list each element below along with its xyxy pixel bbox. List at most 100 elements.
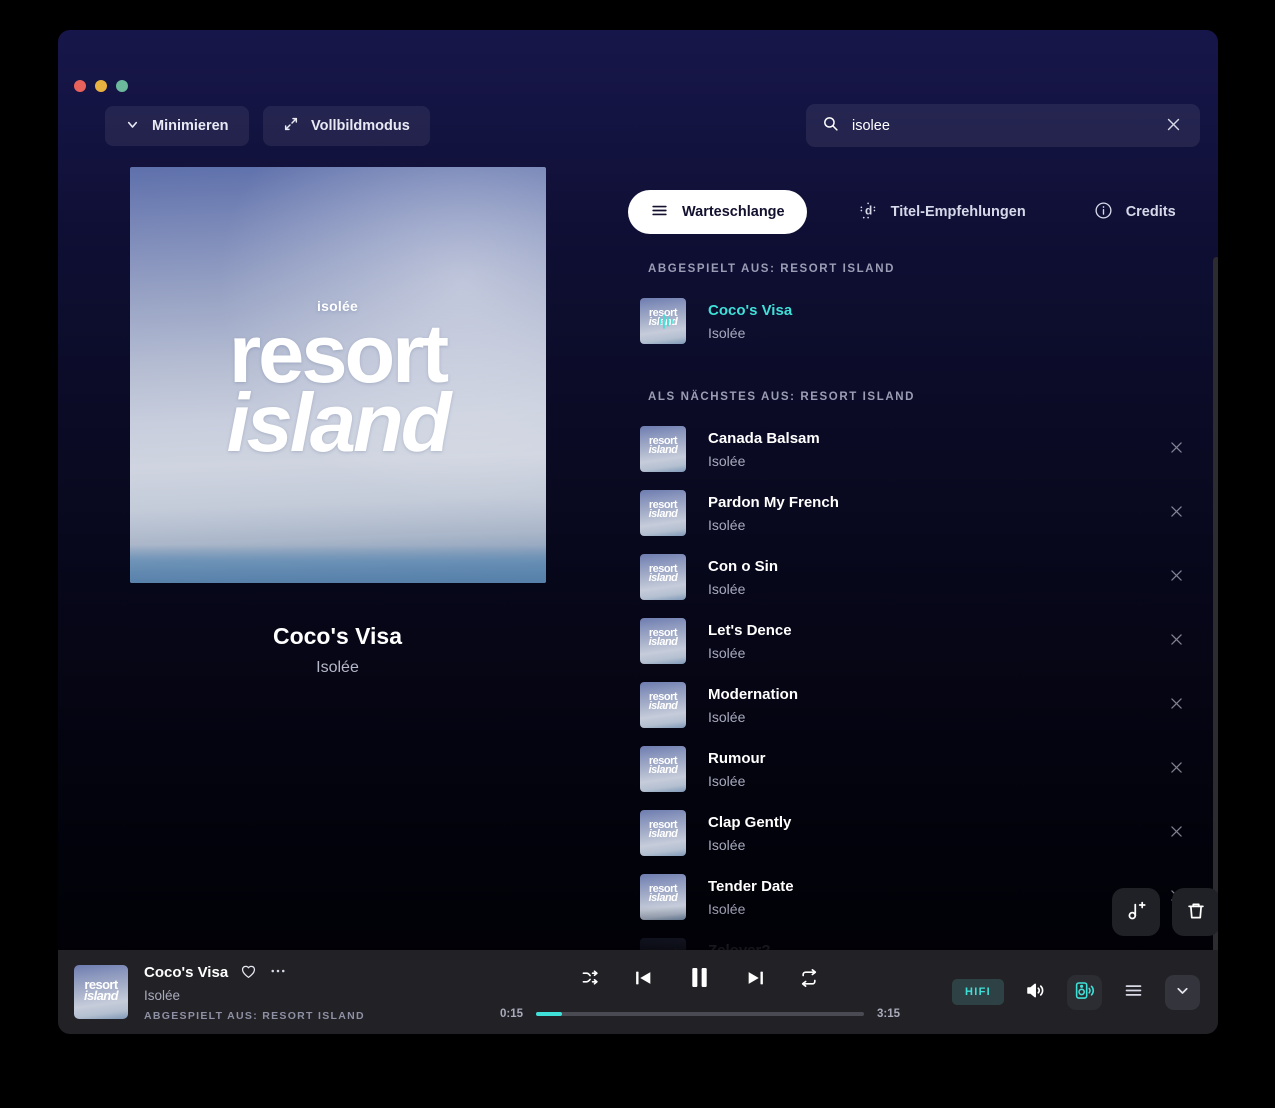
remove-from-queue-button[interactable] xyxy=(1163,754,1190,784)
close-icon xyxy=(1165,116,1182,136)
close-icon xyxy=(1168,759,1185,779)
more-options-button[interactable] xyxy=(269,962,287,983)
album-thumbnail-text: resortisland xyxy=(640,755,686,776)
remove-from-queue-button[interactable] xyxy=(1163,818,1190,848)
pause-icon xyxy=(686,964,713,994)
track-title: Clap Gently xyxy=(708,813,792,831)
album-thumb-line2: island xyxy=(648,700,678,713)
repeat-button[interactable] xyxy=(799,968,819,991)
tab-warteschlange[interactable]: Warteschlange xyxy=(628,190,807,234)
track-artist: Isolée xyxy=(708,580,746,597)
player-track-title: Coco's Visa xyxy=(144,964,229,981)
track-title: Let's Dence xyxy=(708,621,792,639)
queue-track-row[interactable]: resort island Let's Dence Isolée xyxy=(570,609,1218,673)
minimize-button-label: Minimieren xyxy=(152,118,229,134)
traffic-lights xyxy=(74,80,128,92)
floating-action-group xyxy=(1112,888,1218,936)
track-artist: Isolée xyxy=(708,516,746,533)
track-artist: Isolée xyxy=(708,644,746,661)
album-art-title-line2: island xyxy=(226,376,452,470)
queue-current-track[interactable]: resort island Coco's Visa Isolée xyxy=(570,289,1218,353)
skip-back-icon xyxy=(632,967,654,992)
cast-speaker-icon xyxy=(1074,980,1095,1004)
queue-track-row[interactable]: resort island Rumour Isolée xyxy=(570,737,1218,801)
queue-list[interactable]: ABGESPIELT AUS: RESORT ISLAND resort isl… xyxy=(570,245,1218,964)
track-artist: Isolée xyxy=(708,452,746,469)
remove-from-queue-button[interactable] xyxy=(1163,498,1190,528)
album-thumbnail-text: resortisland xyxy=(640,499,686,521)
list-icon xyxy=(650,201,669,224)
queue-toggle-button[interactable] xyxy=(1116,975,1151,1010)
player-track-artist: Isolée xyxy=(144,988,181,1003)
search-input[interactable] xyxy=(852,117,1163,134)
track-title: Tender Date xyxy=(708,877,794,895)
skip-forward-icon xyxy=(745,967,767,992)
close-icon xyxy=(1168,567,1185,587)
album-thumbnail-text: resortisland xyxy=(640,819,686,840)
previous-button[interactable] xyxy=(632,967,654,992)
collapse-player-button[interactable] xyxy=(1165,974,1200,1010)
remove-from-queue-button[interactable] xyxy=(1163,690,1190,720)
album-thumbnail-text: resortisland xyxy=(640,435,686,456)
volume-icon xyxy=(1025,980,1046,1004)
remove-from-queue-button[interactable] xyxy=(1163,434,1190,464)
fullscreen-button-label: Vollbildmodus xyxy=(311,118,410,134)
minimize-button[interactable]: Minimieren xyxy=(105,106,249,146)
favorite-button[interactable] xyxy=(240,963,257,983)
tab-titel-empfehlungen[interactable]: d Titel-Empfehlungen xyxy=(837,190,1048,234)
tab-titel-empfehlungen-label: Titel-Empfehlungen xyxy=(890,204,1026,220)
queue-track-row[interactable]: resort island Pardon My French Isolée xyxy=(570,481,1218,545)
volume-button[interactable] xyxy=(1018,975,1053,1010)
right-panel: Warteschlange d Titel-Empfehlungen Credi… xyxy=(570,167,1218,964)
player-album-thumbnail[interactable]: resort island xyxy=(74,965,128,1019)
sparkle-d-icon: d xyxy=(859,201,878,224)
shuffle-button[interactable] xyxy=(581,968,600,990)
track-title: Pardon My French xyxy=(708,493,839,511)
queue-track-row[interactable]: resort island Con o Sin Isolée xyxy=(570,545,1218,609)
track-artist: Isolée xyxy=(708,324,746,341)
track-artist: Isolée xyxy=(708,900,746,917)
queue-track-row[interactable]: resort island Canada Balsam Isolée xyxy=(570,417,1218,481)
queue-upcoming-list: resort island Canada Balsam Isolée resort isl… xyxy=(570,417,1218,964)
transport-controls xyxy=(581,964,819,994)
close-window-button[interactable] xyxy=(74,80,86,92)
pause-button[interactable] xyxy=(686,964,713,994)
progress-slider[interactable] xyxy=(536,1012,864,1016)
queue-track-row[interactable]: resort island Modernation Isolée xyxy=(570,673,1218,737)
track-artist: Isolée xyxy=(708,836,746,853)
tab-warteschlange-label: Warteschlange xyxy=(682,204,785,220)
search-box[interactable] xyxy=(806,104,1200,147)
queue-scrollbar[interactable] xyxy=(1213,257,1218,964)
album-thumbnail: resortisland xyxy=(640,874,686,920)
album-thumbnail: resortisland xyxy=(640,426,686,472)
hifi-quality-badge[interactable]: HIFI xyxy=(952,979,1004,1005)
album-thumbnail: resortisland xyxy=(640,554,686,600)
trash-icon xyxy=(1185,900,1207,925)
queue-track-row[interactable]: resort island Clap Gently Isolée xyxy=(570,801,1218,865)
zoom-window-button[interactable] xyxy=(116,80,128,92)
album-thumb-line2: island xyxy=(648,892,678,905)
player-album-thumbnail-text: resort island xyxy=(74,978,128,1002)
remove-from-queue-button[interactable] xyxy=(1163,626,1190,656)
album-thumbnail: resortisland xyxy=(640,618,686,664)
info-icon xyxy=(1094,201,1113,224)
tab-credits[interactable]: Credits xyxy=(1072,190,1198,234)
heart-icon xyxy=(240,963,257,983)
fullscreen-button[interactable]: Vollbildmodus xyxy=(263,106,430,146)
now-playing-panel: isolée resort island Coco's Visa Isolée xyxy=(105,167,570,677)
clear-queue-button[interactable] xyxy=(1172,888,1218,936)
search-clear-button[interactable] xyxy=(1163,114,1184,138)
album-thumb-line2: island xyxy=(648,636,678,649)
add-to-playlist-button[interactable] xyxy=(1112,888,1160,936)
album-thumbnail-text: resortisland xyxy=(640,563,686,584)
progress-row: 0:15 3:15 xyxy=(500,1008,900,1020)
album-thumb-line2: island xyxy=(648,508,678,521)
next-button[interactable] xyxy=(745,967,767,992)
remove-from-queue-button[interactable] xyxy=(1163,562,1190,592)
cast-speaker-button[interactable] xyxy=(1067,974,1102,1010)
album-thumbnail-text: resortisland xyxy=(640,883,686,905)
close-icon xyxy=(1168,439,1185,459)
minimize-window-button[interactable] xyxy=(95,80,107,92)
queue-section-next-from: ALS NÄCHSTES AUS: RESORT ISLAND xyxy=(648,391,916,403)
tab-bar: Warteschlange d Titel-Empfehlungen Credi… xyxy=(628,190,1198,234)
